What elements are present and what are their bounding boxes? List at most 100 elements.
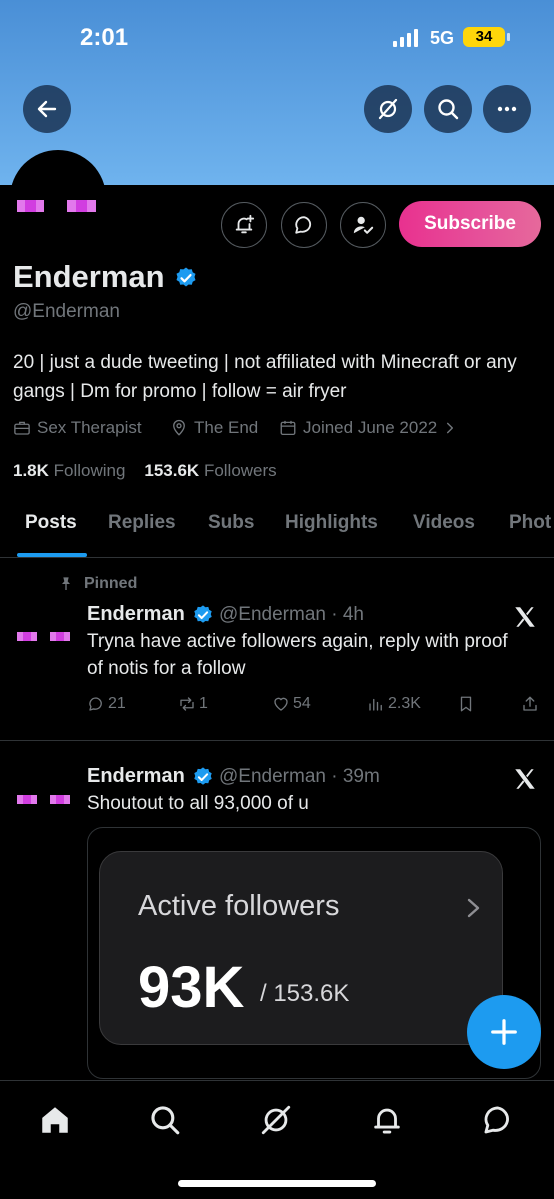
location-pin-icon — [173, 419, 185, 436]
like-button[interactable]: 54 — [272, 695, 311, 713]
tab-replies[interactable]: Replies — [108, 512, 176, 534]
following-button[interactable] — [340, 202, 386, 248]
plus-icon — [491, 1019, 517, 1045]
messages-icon — [484, 1106, 509, 1134]
profile-profession: Sex Therapist — [13, 418, 142, 438]
tab-subs[interactable]: Subs — [208, 512, 254, 534]
like-count: 54 — [293, 695, 311, 712]
profile-display-name: Enderman — [13, 259, 165, 294]
media-total: / 153.6K — [260, 980, 350, 1007]
compose-button[interactable] — [467, 995, 541, 1069]
pinned-label: Pinned — [84, 575, 138, 592]
tab-posts[interactable]: Posts — [25, 512, 77, 534]
calendar-icon — [280, 420, 296, 436]
avatar-eye — [17, 795, 37, 804]
post-author-handle: @Enderman · 39m — [219, 766, 380, 787]
message-button[interactable] — [281, 202, 327, 248]
heart-icon — [274, 697, 288, 711]
avatar-eye — [50, 632, 70, 641]
chat-bubble-icon — [295, 216, 312, 234]
location-label: The End — [194, 418, 259, 437]
post-divider — [0, 740, 554, 741]
post-author-name[interactable]: Enderman — [87, 603, 185, 626]
followers-link[interactable]: 153.6K Followers — [144, 461, 276, 480]
post-avatar[interactable] — [14, 768, 74, 828]
notifications-button[interactable] — [221, 202, 267, 248]
reply-count: 21 — [108, 695, 126, 712]
bottom-nav — [0, 1080, 554, 1199]
avatar-eye — [17, 200, 44, 212]
briefcase-icon — [14, 421, 30, 435]
tab-photos[interactable]: Phot — [509, 512, 554, 534]
post-author-handle: @Enderman · 4h — [219, 604, 364, 625]
repost-icon — [180, 697, 194, 711]
profile-handle: @Enderman — [13, 301, 120, 322]
active-followers-card: Active followers 93K / 153.6K — [99, 851, 503, 1045]
bell-icon — [374, 1108, 400, 1134]
repost-count: 1 — [199, 695, 208, 712]
bookmark-button[interactable] — [457, 695, 475, 713]
profile-bio: 20 | just a dude tweeting | not affiliat… — [13, 352, 517, 402]
post-text: Tryna have active followers again, reply… — [87, 631, 508, 679]
x-logo-icon — [515, 769, 535, 789]
share-button[interactable] — [521, 695, 539, 713]
views-count: 2.3K — [388, 695, 421, 712]
nav-search[interactable] — [148, 1103, 182, 1137]
pin-icon — [62, 577, 70, 590]
user-check-icon — [353, 216, 374, 234]
profile-location: The End — [170, 418, 258, 438]
home-icon — [42, 1107, 68, 1133]
nav-home[interactable] — [38, 1103, 72, 1137]
reply-button[interactable]: 21 — [87, 695, 126, 713]
back-button[interactable] — [23, 85, 71, 133]
post-time: 39m — [342, 766, 380, 787]
handle-text: @Enderman — [219, 604, 326, 625]
handle-text: @Enderman — [219, 766, 326, 787]
grok-button[interactable] — [364, 85, 412, 133]
following-label: Following — [53, 461, 126, 480]
post-author-name[interactable]: Enderman — [87, 765, 185, 788]
followers-count: 153.6K — [144, 461, 200, 480]
joined-label: Joined June 2022 — [303, 418, 438, 437]
x-logo-icon — [515, 607, 535, 627]
verified-badge-icon[interactable] — [174, 266, 198, 290]
avatar-eye — [67, 200, 96, 212]
pinned-indicator: Pinned — [58, 575, 137, 593]
views-button[interactable]: 2.3K — [367, 695, 421, 713]
repost-button[interactable]: 1 — [178, 695, 208, 713]
share-icon — [523, 696, 537, 711]
signal-icon — [393, 29, 418, 47]
more-icon — [497, 106, 517, 112]
nav-notifications[interactable] — [370, 1103, 404, 1137]
following-link[interactable]: 1.8K Following — [13, 461, 125, 480]
chevron-right-icon — [467, 898, 480, 918]
views-icon — [369, 698, 382, 711]
post-avatar[interactable] — [14, 605, 74, 665]
grok-icon — [261, 1105, 291, 1135]
profile-joined[interactable]: Joined June 2022 — [279, 418, 457, 438]
search-button[interactable] — [424, 85, 472, 133]
nav-messages[interactable] — [481, 1103, 515, 1137]
avatar-eye — [17, 632, 37, 641]
media-value: 93K — [138, 955, 245, 1020]
grok-icon — [378, 98, 398, 120]
arrow-left-icon — [37, 100, 57, 118]
chevron-right-icon — [447, 422, 454, 434]
search-icon — [151, 1106, 180, 1135]
avatar-eye — [50, 795, 70, 804]
verified-badge-icon — [194, 767, 212, 785]
subscribe-button[interactable]: Subscribe — [399, 201, 541, 247]
bell-plus-icon — [235, 214, 255, 234]
tabs-divider — [0, 557, 554, 558]
more-button[interactable] — [483, 85, 531, 133]
home-indicator — [178, 1180, 376, 1187]
media-title: Active followers — [138, 890, 340, 922]
nav-grok[interactable] — [259, 1103, 293, 1137]
follow-stats: 1.8K Following 153.6K Followers — [13, 461, 277, 481]
tab-highlights[interactable]: Highlights — [285, 512, 378, 534]
profession-label: Sex Therapist — [37, 418, 142, 437]
bookmark-icon — [460, 696, 472, 712]
tab-videos[interactable]: Videos — [413, 512, 475, 534]
profile-avatar[interactable] — [10, 150, 106, 246]
battery-icon: 34 — [463, 27, 510, 47]
